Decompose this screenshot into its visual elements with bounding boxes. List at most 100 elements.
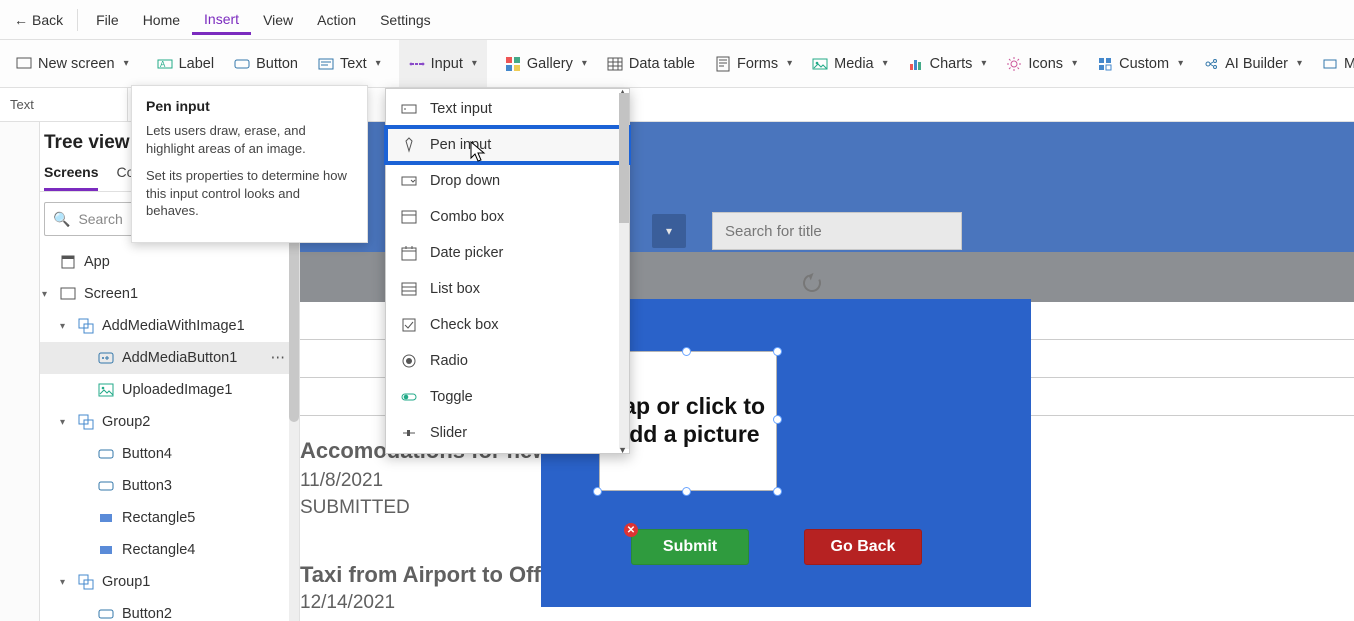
gallery-icon <box>505 56 521 72</box>
back-button[interactable]: ← Back <box>6 12 71 28</box>
tree-node-button3[interactable]: Button3 <box>0 470 299 502</box>
mixed-button[interactable]: M <box>1312 40 1354 87</box>
dropdown-item-list-box[interactable]: List box <box>386 271 629 307</box>
media-icon <box>812 56 828 72</box>
charts-label: Charts <box>930 56 973 72</box>
tree-node-addmediabutton1[interactable]: AddMediaButton1⋯ <box>0 342 299 374</box>
caret-icon: ▾ <box>60 321 70 332</box>
dropdown-item-label: Check box <box>430 317 499 333</box>
custom-label: Custom <box>1119 56 1169 72</box>
input-icon <box>409 56 425 72</box>
selection-handle[interactable] <box>593 487 602 496</box>
sort-dropdown-button[interactable]: ▾ <box>652 214 686 248</box>
button-button[interactable]: Button <box>224 40 308 87</box>
gallery-label: Gallery <box>527 56 573 72</box>
input-dropdown-menu: ▲Text inputPen inputDrop downCombo boxDa… <box>385 88 630 454</box>
dropdown-item-label: List box <box>430 281 480 297</box>
media-button[interactable]: Media▾ <box>802 40 898 87</box>
dropdown-item-text-input[interactable]: Text input <box>386 91 629 127</box>
caret-icon: ▾ <box>60 417 70 428</box>
tree-node-app[interactable]: App <box>0 246 299 278</box>
listbox-icon <box>400 280 418 298</box>
tree-node-button4[interactable]: Button4 <box>0 438 299 470</box>
selection-handle[interactable] <box>773 415 782 424</box>
text-button[interactable]: Text▾ <box>308 40 391 87</box>
data-table-button[interactable]: Data table <box>597 40 705 87</box>
tree-node-label: UploadedImage1 <box>122 382 232 398</box>
error-badge-icon: ✕ <box>624 523 638 537</box>
scrollbar-thumb[interactable] <box>619 93 629 223</box>
new-screen-button[interactable]: New screen▾ <box>6 40 139 87</box>
go-back-button[interactable]: Go Back <box>804 529 922 565</box>
input-label: Input <box>431 56 463 72</box>
tree-scrollbar[interactable] <box>289 222 299 621</box>
menu-insert[interactable]: Insert <box>192 5 251 35</box>
tree-node-label: Rectangle5 <box>122 510 195 526</box>
tree-node-label: Group2 <box>102 414 150 430</box>
ai-icon <box>1203 56 1219 72</box>
tree-node-rectangle4[interactable]: Rectangle4 <box>0 534 299 566</box>
tree-node-button2[interactable]: Button2 <box>0 598 299 621</box>
dropdown-item-pen-input[interactable]: Pen input <box>386 127 629 163</box>
menu-settings[interactable]: Settings <box>368 6 443 34</box>
tree-node-addmediawithimage1[interactable]: ▾AddMediaWithImage1 <box>0 310 299 342</box>
selection-handle[interactable] <box>773 487 782 496</box>
tree-node-group2[interactable]: ▾ Group2 <box>0 406 299 438</box>
custom-icon <box>1097 56 1113 72</box>
chevron-down-icon: ▾ <box>981 58 986 69</box>
group-icon <box>78 574 94 590</box>
chevron-down-icon: ▾ <box>472 58 477 69</box>
scrollbar-thumb[interactable] <box>289 222 299 422</box>
menu-home[interactable]: Home <box>131 6 192 34</box>
search-icon: 🔍 <box>53 211 70 228</box>
selection-handle[interactable] <box>682 347 691 356</box>
dropdown-item-date-picker[interactable]: Date picker <box>386 235 629 271</box>
refresh-icon[interactable] <box>800 271 823 294</box>
submit-label: Submit <box>663 538 717 556</box>
dropdown-item-label: Pen input <box>430 137 491 153</box>
svg-text:A: A <box>160 60 166 69</box>
more-icon[interactable]: ⋯ <box>271 350 286 366</box>
button-icon <box>98 478 114 494</box>
mixed-label: M <box>1344 56 1354 72</box>
tree-node-group1[interactable]: ▾Group1 <box>0 566 299 598</box>
title-search-input[interactable]: Search for title <box>712 212 962 250</box>
charts-button[interactable]: Charts ▾ <box>898 40 997 87</box>
dropdown-item-combo-box[interactable]: Combo box <box>386 199 629 235</box>
label-button[interactable]: A Label <box>147 40 224 87</box>
property-selector[interactable]: Text <box>0 88 128 121</box>
ai-builder-button[interactable]: AI Builder▾ <box>1193 40 1312 87</box>
menu-view[interactable]: View <box>251 6 305 34</box>
tooltip-body-2: Set its properties to determine how this… <box>146 167 353 220</box>
forms-button[interactable]: Forms▾ <box>705 40 802 87</box>
chevron-down-icon: ▾ <box>1297 58 1302 69</box>
menu-file[interactable]: File <box>84 6 131 34</box>
text-icon <box>318 56 334 72</box>
selection-handle[interactable] <box>682 487 691 496</box>
text-label: Text <box>340 56 367 72</box>
dropdown-icon <box>400 172 418 190</box>
gallery-button[interactable]: Gallery▾ <box>495 40 597 87</box>
dropdown-item-toggle[interactable]: Toggle <box>386 379 629 415</box>
back-label: Back <box>32 12 63 28</box>
submit-button[interactable]: ✕ Submit <box>631 529 749 565</box>
selection-handle[interactable] <box>773 347 782 356</box>
dropdown-scrollbar[interactable] <box>619 93 629 449</box>
dropdown-item-check-box[interactable]: Check box <box>386 307 629 343</box>
chevron-down-icon: ▾ <box>124 58 129 69</box>
tree-node-label: Rectangle4 <box>122 542 195 558</box>
tree-node-screen1[interactable]: ▾Screen1⚠ <box>0 278 299 310</box>
dropdown-item-drop-down[interactable]: Drop down <box>386 163 629 199</box>
tree-node-rectangle5[interactable]: Rectangle5 <box>0 502 299 534</box>
custom-button[interactable]: Custom▾ <box>1087 40 1193 87</box>
scroll-down-icon[interactable]: ▼ <box>618 445 627 455</box>
dropdown-item-radio[interactable]: Radio <box>386 343 629 379</box>
menu-action[interactable]: Action <box>305 6 368 34</box>
input-button[interactable]: Input ▾ <box>399 40 487 87</box>
dropdown-item-label: Date picker <box>430 245 503 261</box>
tab-screens[interactable]: Screens <box>44 158 98 191</box>
separator <box>77 9 78 31</box>
icons-button[interactable]: Icons▾ <box>996 40 1087 87</box>
dropdown-item-slider[interactable]: Slider <box>386 415 629 451</box>
tree-node-uploadedimage1[interactable]: UploadedImage1 <box>0 374 299 406</box>
